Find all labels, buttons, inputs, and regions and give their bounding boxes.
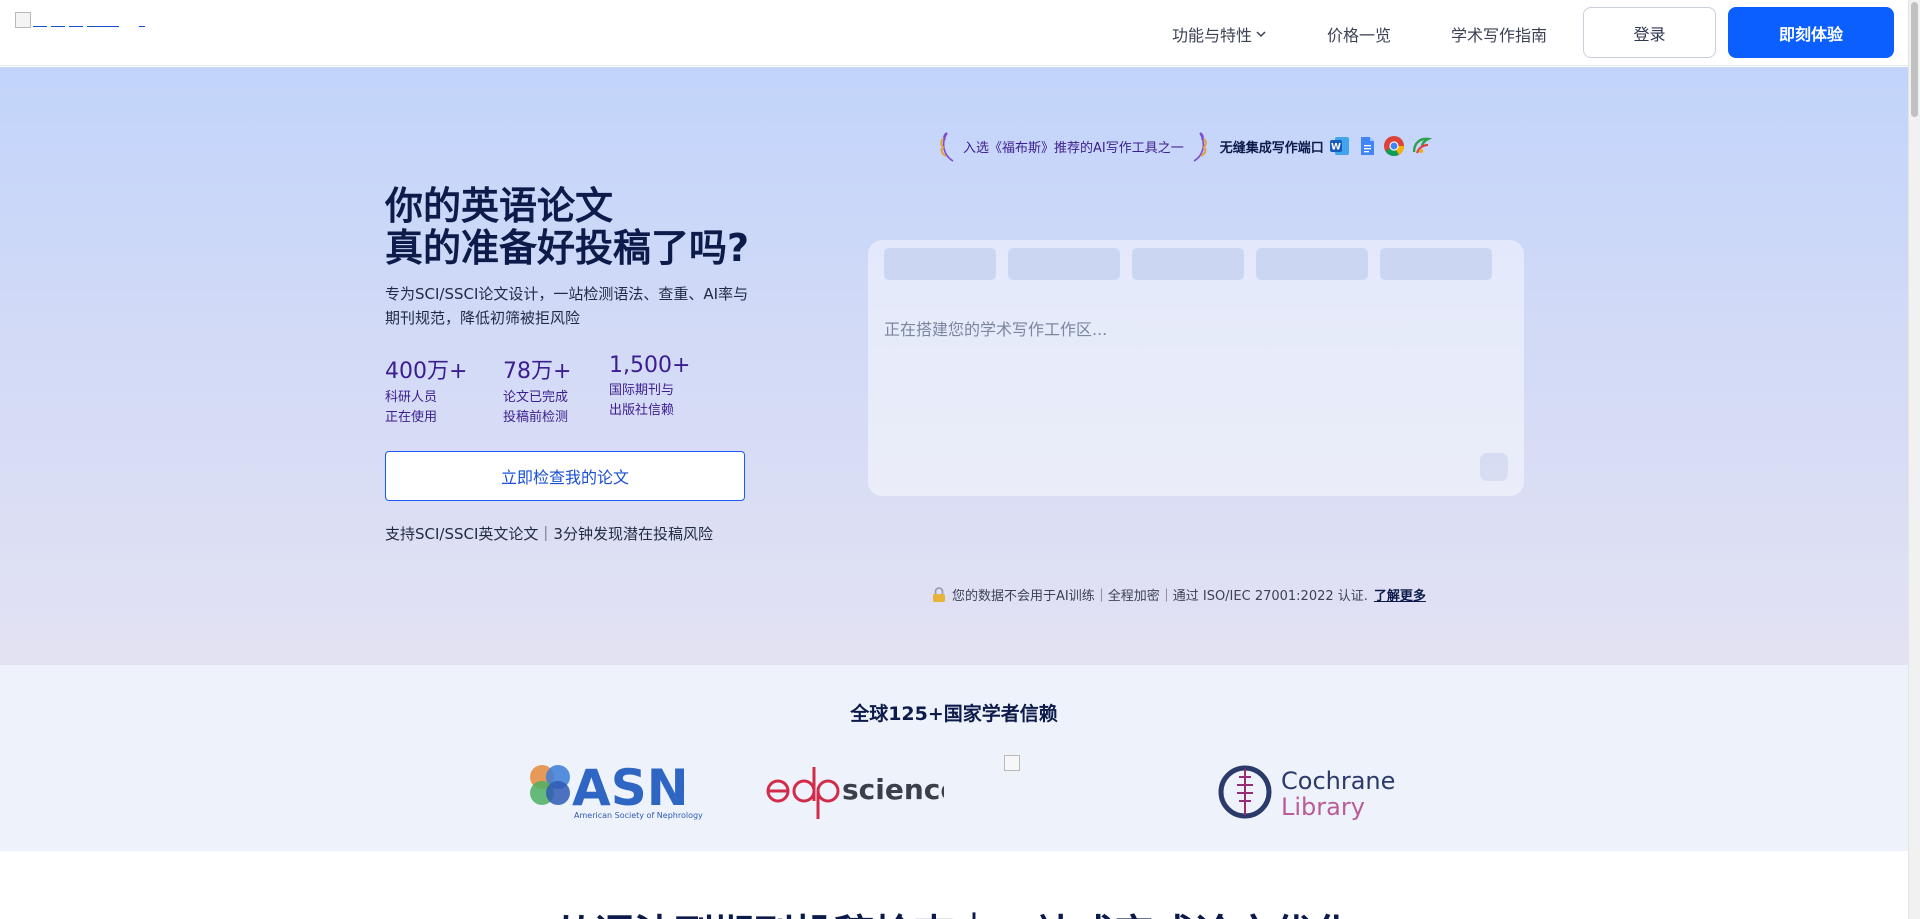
stat-number: 78万+ bbox=[503, 359, 572, 384]
workspace-loading-text: 正在搭建您的学术写作工作区... bbox=[884, 320, 1108, 339]
hero-subtitle: 专为SCI/SSCI论文设计，一站检测语法、查重、AI率与期刊规范，降低初筛被拒… bbox=[385, 285, 749, 327]
skeleton-tab bbox=[1132, 248, 1244, 280]
nav-features-label: 功能与特性 bbox=[1172, 26, 1253, 45]
nav-features[interactable]: 功能与特性 bbox=[1172, 22, 1267, 46]
skeleton-tab bbox=[1256, 248, 1368, 280]
edp-sciences-text: sciences bbox=[842, 773, 944, 806]
library-text: Library bbox=[1281, 793, 1365, 821]
learn-more-link[interactable]: 了解更多 bbox=[1374, 585, 1426, 604]
trust-title: 全球125+国家学者信赖 bbox=[850, 703, 1058, 725]
hero-section: 你的英语论文 真的准备好投稿了吗? 专为SCI/SSCI论文设计，一站检测语法、… bbox=[0, 67, 1908, 665]
stat-researchers: 400万+ 科研人员 正在使用 bbox=[385, 353, 467, 428]
nav-guide-label: 学术写作指南 bbox=[1451, 26, 1548, 45]
workspace-action-button[interactable] bbox=[1480, 453, 1508, 481]
nav-pricing-label: 价格一览 bbox=[1327, 26, 1392, 45]
privacy-text: 您的数据不会用于AI训练｜全程加密｜通过 ISO/IEC 27001:2022 … bbox=[952, 589, 1368, 604]
next-section-title: 从语法到期刊投稿检查｜一站式完成论文优化 bbox=[0, 902, 1908, 919]
chrome-icon[interactable] bbox=[1383, 135, 1405, 157]
hero-title-line1: 你的英语论文 bbox=[385, 184, 614, 228]
support-text: 支持SCI/SSCI英文论文｜3分钟发现潜在投稿风险 bbox=[385, 525, 713, 543]
logo[interactable] bbox=[15, 12, 145, 32]
workspace-preview: 正在搭建您的学术写作工作区... bbox=[868, 240, 1524, 496]
stat-label: 论文已完成 投稿前检测 bbox=[503, 390, 569, 425]
page-scrollbar[interactable] bbox=[1908, 0, 1920, 919]
site-header: 功能与特性 价格一览 学术写作指南 登录 即刻体验 bbox=[0, 0, 1908, 66]
broken-image-icon bbox=[1004, 755, 1020, 771]
edp-sciences-logo: sciences bbox=[764, 757, 976, 831]
trust-section: 全球125+国家学者信赖 ASN American Society of Nep… bbox=[0, 665, 1908, 851]
privacy-notice: 您的数据不会用于AI训练｜全程加密｜通过 ISO/IEC 27001:2022 … bbox=[932, 585, 1426, 604]
try-now-button[interactable]: 即刻体验 bbox=[1728, 7, 1894, 58]
laurel-left-icon bbox=[940, 132, 954, 162]
google-docs-icon[interactable] bbox=[1356, 135, 1378, 157]
login-button[interactable]: 登录 bbox=[1583, 7, 1716, 58]
asn-logo-text: ASN bbox=[572, 759, 689, 817]
broken-image-icon bbox=[15, 12, 31, 28]
check-paper-button[interactable]: 立即检查我的论文 bbox=[385, 451, 745, 501]
skeleton-tab bbox=[1008, 248, 1120, 280]
badges-row: 入选《福布斯》推荐的AI写作工具之一 无缝集成写作端口 W bbox=[937, 127, 1432, 165]
hero-title-line2: 真的准备好投稿了吗? bbox=[385, 226, 750, 270]
stat-label: 国际期刊与 出版社信赖 bbox=[609, 383, 675, 418]
skeleton-tab bbox=[1380, 248, 1492, 280]
wps-icon[interactable] bbox=[1410, 135, 1432, 157]
cochrane-library-logo: Cochrane Library bbox=[1215, 757, 1395, 831]
skeleton-tab bbox=[884, 248, 996, 280]
lock-icon bbox=[933, 586, 945, 602]
svg-text:W: W bbox=[1331, 143, 1341, 153]
forbes-award-text: 入选《福布斯》推荐的AI写作工具之一 bbox=[963, 140, 1184, 156]
asn-logo-subtext: American Society of Nephrology bbox=[574, 811, 703, 820]
hero-title: 你的英语论文 真的准备好投稿了吗? bbox=[385, 185, 749, 269]
word-icon[interactable]: W bbox=[1329, 135, 1351, 157]
integration-label: 无缝集成写作端口 bbox=[1219, 140, 1324, 156]
stat-label: 科研人员 正在使用 bbox=[385, 390, 438, 425]
cochrane-text: Cochrane bbox=[1281, 767, 1395, 795]
nav-guide[interactable]: 学术写作指南 bbox=[1451, 22, 1547, 46]
laurel-right-icon bbox=[1193, 132, 1207, 162]
nav-pricing[interactable]: 价格一览 bbox=[1327, 22, 1391, 46]
scrollbar-thumb[interactable] bbox=[1911, 2, 1918, 117]
stat-number: 1,500+ bbox=[609, 353, 691, 378]
chevron-down-icon bbox=[1256, 31, 1266, 38]
stat-number: 400万+ bbox=[385, 359, 468, 384]
stat-papers: 78万+ 论文已完成 投稿前检测 bbox=[503, 353, 571, 428]
stat-journals: 1,500+ 国际期刊与 出版社信赖 bbox=[609, 353, 690, 421]
asn-logo: ASN American Society of Nephrology bbox=[520, 757, 706, 831]
